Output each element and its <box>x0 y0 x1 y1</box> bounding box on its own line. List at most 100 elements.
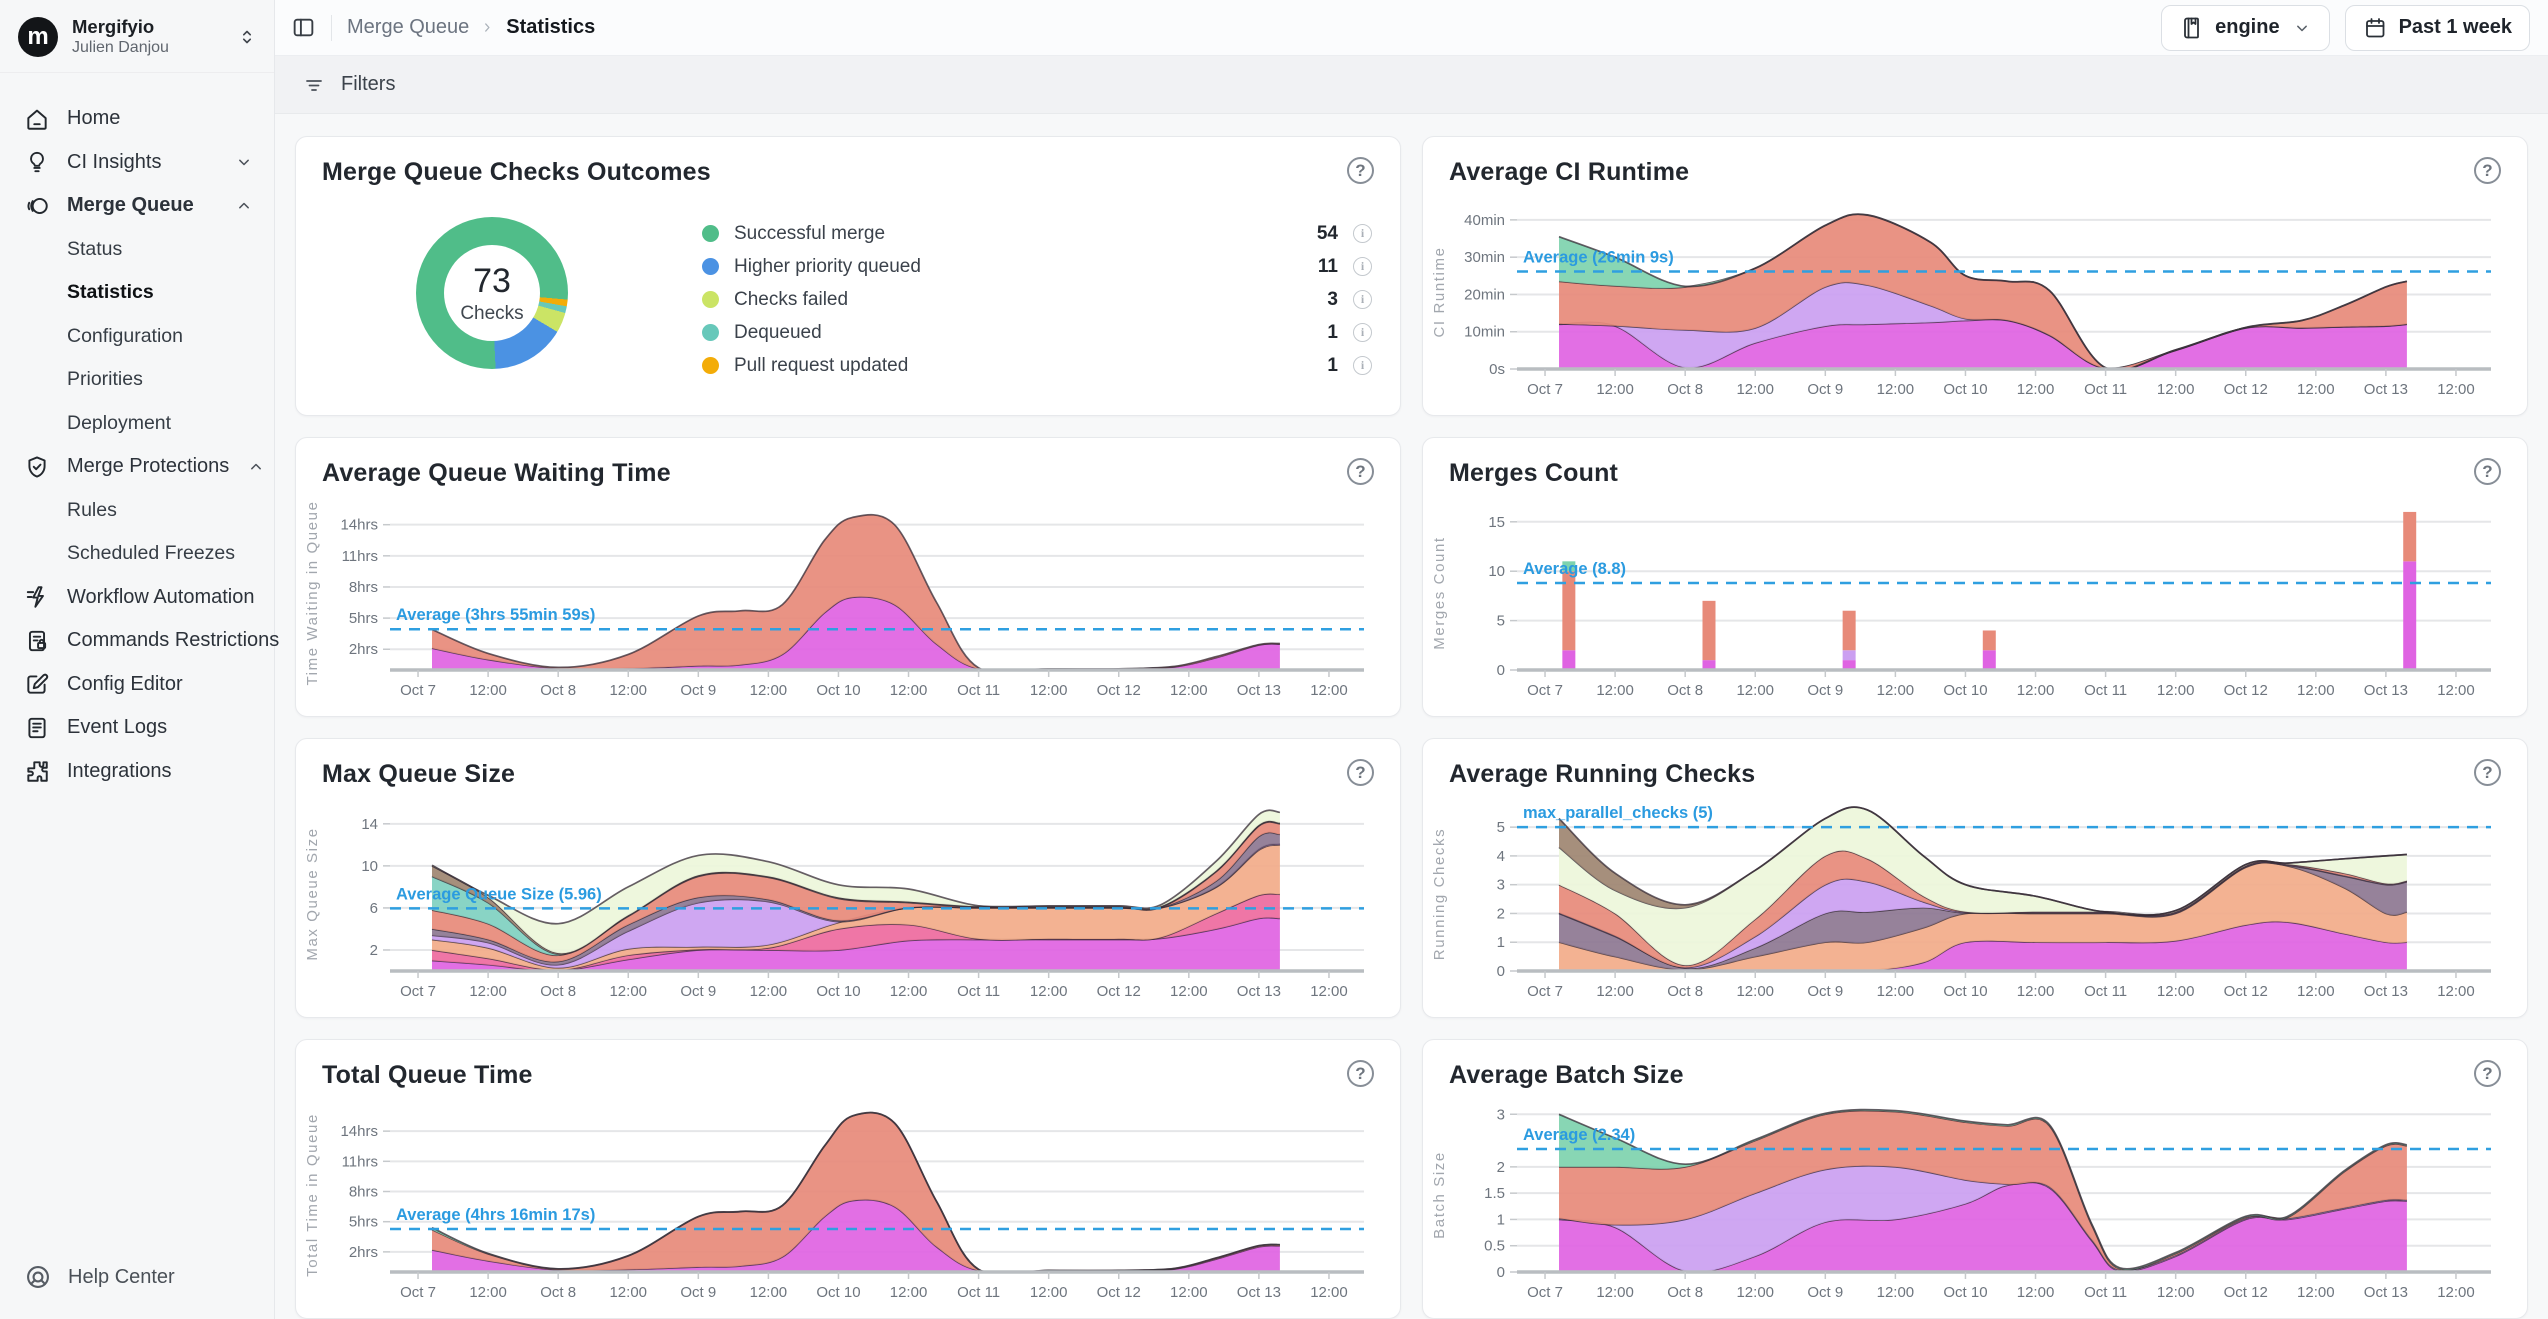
legend-dot <box>702 324 719 341</box>
svg-text:12:00: 12:00 <box>469 983 507 1000</box>
info-icon[interactable]: i <box>1353 323 1372 342</box>
info-icon[interactable]: i <box>1353 224 1372 243</box>
info-icon[interactable]: i <box>1353 356 1372 375</box>
sidebar-item-event-logs[interactable]: Event Logs <box>0 706 274 750</box>
svg-text:1.5: 1.5 <box>1484 1185 1505 1202</box>
sidebar-item-commands-restrictions[interactable]: Commands Restrictions <box>0 619 274 663</box>
svg-text:12:00: 12:00 <box>2017 983 2055 1000</box>
chart-batch-size[interactable]: 00.511.523Oct 712:00Oct 812:00Oct 912:00… <box>1449 1098 2503 1304</box>
svg-text:Oct 10: Oct 10 <box>1943 1284 1987 1301</box>
sidebar-item-config-editor[interactable]: Config Editor <box>0 663 274 707</box>
chart-total-queue-time[interactable]: 2hrs5hrs8hrs11hrs14hrsOct 712:00Oct 812:… <box>322 1098 1376 1304</box>
legend-label: Pull request updated <box>734 355 1312 377</box>
sidebar-item-scheduled-freezes[interactable]: Scheduled Freezes <box>0 532 274 576</box>
svg-text:Oct 11: Oct 11 <box>957 983 1000 1000</box>
help-center-button[interactable]: Help Center <box>0 1241 274 1319</box>
svg-text:12:00: 12:00 <box>1596 983 1634 1000</box>
legend-label: Checks failed <box>734 289 1312 311</box>
sidebar-item-home[interactable]: Home <box>0 97 274 141</box>
svg-text:Oct 10: Oct 10 <box>816 682 860 699</box>
lightbulb-icon <box>24 149 50 175</box>
sidebar-item-label: Commands Restrictions <box>67 629 279 652</box>
filter-icon <box>302 73 326 97</box>
y-axis-title: Time Waiting in Queue <box>304 500 321 685</box>
help-icon[interactable]: ? <box>2474 157 2501 184</box>
help-icon[interactable]: ? <box>1347 157 1374 184</box>
svg-text:Oct 9: Oct 9 <box>680 1284 716 1301</box>
checks-outcomes-donut[interactable]: 73Checks <box>416 217 568 369</box>
legend-row-checks-failed: Checks failed3i <box>702 283 1372 316</box>
svg-text:Oct 12: Oct 12 <box>2224 381 2268 398</box>
info-icon[interactable]: i <box>1353 290 1372 309</box>
sidebar-item-ci-insights[interactable]: CI Insights <box>0 141 274 185</box>
chart-queue-waiting[interactable]: 2hrs5hrs8hrs11hrs14hrsOct 712:00Oct 812:… <box>322 496 1376 702</box>
help-icon[interactable]: ? <box>1347 759 1374 786</box>
y-axis-title: Batch Size <box>1431 1151 1448 1239</box>
svg-text:0: 0 <box>1497 662 1505 679</box>
svg-text:12:00: 12:00 <box>1596 1284 1634 1301</box>
svg-text:Average (3hrs 55min 59s): Average (3hrs 55min 59s) <box>396 606 595 624</box>
filters-bar[interactable]: Filters <box>275 56 2548 114</box>
chevron-down-icon <box>234 152 254 172</box>
legend-value: 11 <box>1318 256 1338 278</box>
sidebar-item-merge-queue[interactable]: Merge Queue <box>0 184 274 228</box>
sidebar-item-statistics[interactable]: Statistics <box>0 271 274 315</box>
info-icon[interactable]: i <box>1353 257 1372 276</box>
sidebar-item-workflow-automation[interactable]: Workflow Automation <box>0 576 274 620</box>
svg-text:12:00: 12:00 <box>890 1284 928 1301</box>
donut-center-label: Checks <box>460 303 523 325</box>
svg-text:12:00: 12:00 <box>2297 682 2335 699</box>
org-user: Julien Danjou <box>72 38 169 58</box>
chart-merges-count[interactable]: 051015Oct 712:00Oct 812:00Oct 912:00Oct … <box>1449 496 2503 702</box>
svg-text:Average (26min 9s): Average (26min 9s) <box>1523 249 1674 267</box>
svg-text:12:00: 12:00 <box>609 682 647 699</box>
legend-row-successful-merge: Successful merge54i <box>702 217 1372 250</box>
sidebar-item-label: Event Logs <box>67 716 167 739</box>
sidebar-item-status[interactable]: Status <box>0 228 274 272</box>
sidebar-item-configuration[interactable]: Configuration <box>0 315 274 359</box>
dashboard: Merge Queue Checks Outcomes?73ChecksSucc… <box>275 114 2548 1319</box>
panel-title: Max Queue Size <box>322 760 515 789</box>
date-range-button[interactable]: Past 1 week <box>2345 5 2530 51</box>
help-icon[interactable]: ? <box>2474 1060 2501 1087</box>
help-icon[interactable]: ? <box>2474 759 2501 786</box>
sidebar-item-integrations[interactable]: Integrations <box>0 750 274 794</box>
chart-area: CI Runtime0s10min20min30min40minOct 712:… <box>1449 195 2501 401</box>
y-axis-title: Max Queue Size <box>304 827 321 960</box>
svg-text:12:00: 12:00 <box>2017 381 2055 398</box>
sidebar-item-rules[interactable]: Rules <box>0 489 274 533</box>
svg-text:12:00: 12:00 <box>1170 682 1208 699</box>
svg-text:Oct 8: Oct 8 <box>540 1284 576 1301</box>
legend-row-pull-request-updated: Pull request updated1i <box>702 349 1372 382</box>
svg-text:12:00: 12:00 <box>1736 1284 1774 1301</box>
svg-text:12:00: 12:00 <box>2157 682 2195 699</box>
repository-select[interactable]: engine <box>2161 5 2329 51</box>
help-icon[interactable]: ? <box>1347 458 1374 485</box>
chart-max-queue-size[interactable]: 261014Oct 712:00Oct 812:00Oct 912:00Oct … <box>322 797 1376 1003</box>
panel-title: Total Queue Time <box>322 1061 533 1090</box>
help-icon[interactable]: ? <box>2474 458 2501 485</box>
svg-text:14hrs: 14hrs <box>340 517 378 534</box>
breadcrumb-merge-queue[interactable]: Merge Queue <box>347 16 469 39</box>
svg-text:12:00: 12:00 <box>609 983 647 1000</box>
svg-text:Oct 8: Oct 8 <box>1667 983 1703 1000</box>
svg-text:Oct 7: Oct 7 <box>400 1284 436 1301</box>
svg-text:8hrs: 8hrs <box>349 1184 378 1201</box>
chart-area: Max Queue Size261014Oct 712:00Oct 812:00… <box>322 797 1374 1003</box>
divider <box>331 15 332 41</box>
sidebar-item-deployment[interactable]: Deployment <box>0 402 274 446</box>
legend-dot <box>702 258 719 275</box>
svg-text:2: 2 <box>1497 1159 1505 1176</box>
help-icon[interactable]: ? <box>1347 1060 1374 1087</box>
sidebar: m Mergifyio Julien Danjou HomeCI Insight… <box>0 0 275 1319</box>
svg-text:10: 10 <box>361 858 378 875</box>
chart-ci-runtime[interactable]: 0s10min20min30min40minOct 712:00Oct 812:… <box>1449 195 2503 401</box>
sidebar-toggle-icon[interactable] <box>291 15 316 40</box>
svg-text:12:00: 12:00 <box>1310 983 1348 1000</box>
panel-max-queue-size: Max Queue Size?Max Queue Size261014Oct 7… <box>295 738 1401 1018</box>
sidebar-item-merge-protections[interactable]: Merge Protections <box>0 445 274 489</box>
org-switcher[interactable]: m Mergifyio Julien Danjou <box>0 0 274 73</box>
sidebar-item-priorities[interactable]: Priorities <box>0 358 274 402</box>
svg-text:Oct 11: Oct 11 <box>957 682 1000 699</box>
chart-running-checks[interactable]: 012345Oct 712:00Oct 812:00Oct 912:00Oct … <box>1449 797 2503 1003</box>
